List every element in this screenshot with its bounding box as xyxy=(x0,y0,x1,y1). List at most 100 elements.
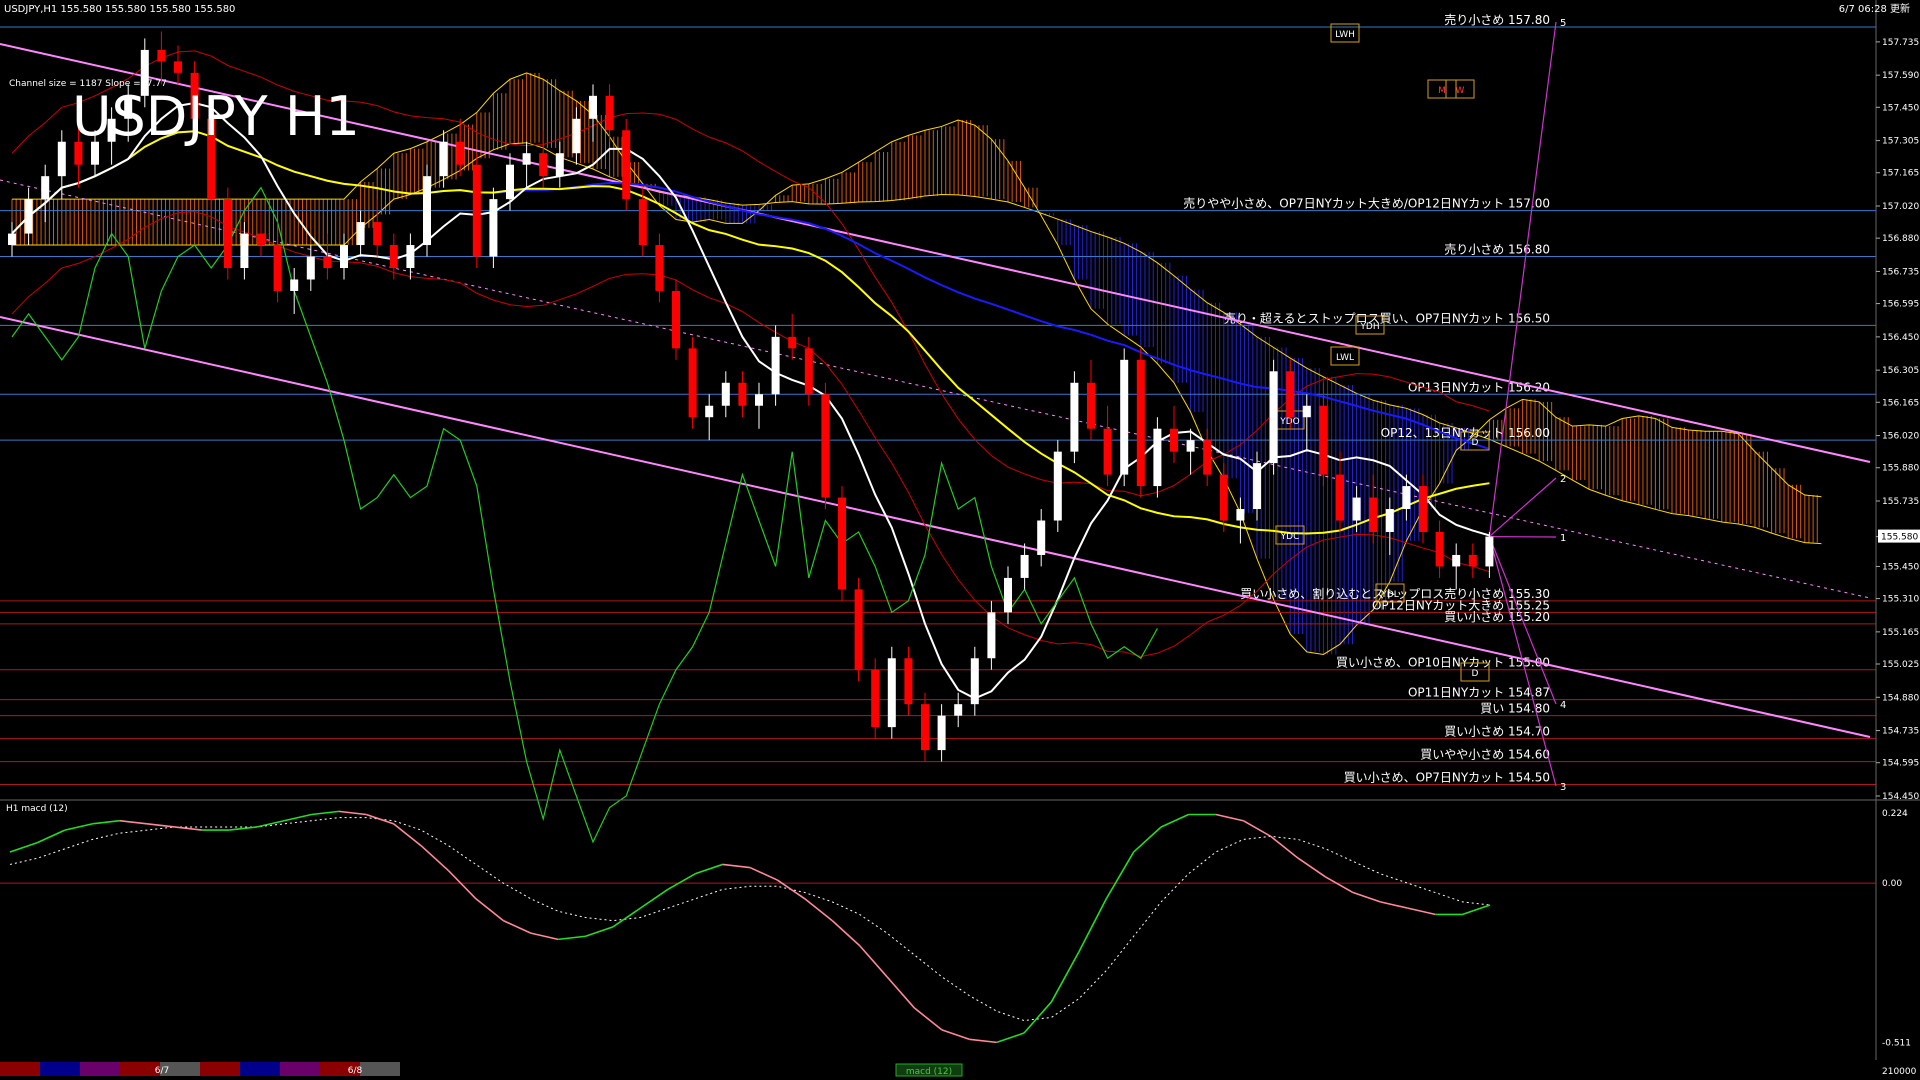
macd-main-segment xyxy=(1380,901,1408,909)
candle-body xyxy=(340,245,348,268)
candle-body xyxy=(1485,536,1494,567)
macd-main-segment xyxy=(1160,813,1189,828)
macd-main-segment xyxy=(447,870,477,900)
axis-tick-label: 154.735 xyxy=(1882,727,1919,737)
candle-body xyxy=(1103,428,1112,475)
candle-body xyxy=(1053,451,1062,521)
candle-body xyxy=(506,164,514,200)
candle-body xyxy=(1452,554,1461,567)
candle-body xyxy=(655,245,664,291)
candle-body xyxy=(1219,474,1228,521)
candle-body xyxy=(672,290,680,349)
candle-body xyxy=(589,95,597,119)
axis-tick-label: 157.450 xyxy=(1882,103,1919,113)
symbol-info: USDJPY,H1 155.580 155.580 155.580 155.58… xyxy=(4,4,235,15)
marker-label: YDH xyxy=(1359,322,1379,332)
macd-main-segment xyxy=(119,819,148,825)
candle-body xyxy=(1385,509,1394,532)
marker-label: D xyxy=(1472,669,1479,679)
marker-label: YDC xyxy=(1280,532,1300,542)
candle-body xyxy=(472,164,481,257)
candle-body xyxy=(423,176,431,246)
projection-label: 3 xyxy=(1560,782,1566,793)
candle-body xyxy=(406,245,415,268)
candle-body xyxy=(1286,371,1295,418)
candle-body xyxy=(755,394,763,406)
footer-bar[interactable]: 6/7 6/8 macd (12) 210000 xyxy=(0,1062,1917,1077)
candle-body xyxy=(1136,359,1145,487)
candle-body xyxy=(705,405,714,418)
level-label: OP13日NYカット 156.20 xyxy=(1408,380,1550,394)
macd-main-segment xyxy=(530,932,559,941)
candle-body xyxy=(57,141,66,177)
axis-tick-label: 154.595 xyxy=(1882,759,1919,769)
price-axis: 157.735 157.590 157.450 157.305 157.165 157.0… xyxy=(1875,0,1920,1060)
macd-main-segment xyxy=(1242,820,1272,838)
ichimoku-cloud xyxy=(11,72,1822,655)
candle-body xyxy=(970,658,979,705)
macd-main-segment xyxy=(311,810,339,816)
level-label: 買いやや小さめ 154.60 xyxy=(1420,748,1550,762)
macd-main-segment xyxy=(1105,851,1135,900)
macd-main-segment xyxy=(749,866,778,881)
candle-body xyxy=(1170,428,1178,452)
candle-body xyxy=(8,233,16,246)
candle-body xyxy=(373,222,382,246)
macd-main-segment xyxy=(1297,857,1327,878)
projection-label: 5 xyxy=(1560,18,1566,29)
candle-body xyxy=(41,176,50,200)
candle-body xyxy=(572,118,581,154)
projection-line xyxy=(1489,477,1557,538)
candle-body xyxy=(821,394,830,498)
axis-tick-label: 156.020 xyxy=(1882,432,1919,442)
candle-body xyxy=(887,658,896,728)
macd-tick-label: 0.224 xyxy=(1882,809,1908,819)
candle-body xyxy=(257,233,265,246)
candle-body xyxy=(771,336,780,395)
candle-body xyxy=(539,153,548,177)
macd-panel: 0.224 0.00 -0.511 xyxy=(0,799,1920,1049)
candle-body xyxy=(1253,463,1261,510)
footer-color-tab xyxy=(200,1062,240,1076)
candle-body xyxy=(1037,520,1046,555)
candle-body xyxy=(356,222,365,246)
date-label: 6/7 xyxy=(155,1066,169,1076)
candle-body xyxy=(306,256,315,280)
candle-body xyxy=(721,382,730,406)
macd-main-segment xyxy=(831,920,861,947)
candle-body xyxy=(223,199,232,268)
candle-body xyxy=(937,715,946,751)
level-label: 売り・超えるとストップロス買い、OP7日NYカット 156.50 xyxy=(1224,310,1550,325)
candle-body xyxy=(638,199,647,246)
current-price-label: 155.580 xyxy=(1881,533,1918,543)
candle-body xyxy=(240,233,249,268)
axis-tick-label: 155.310 xyxy=(1882,595,1919,605)
level-label: 売り小さめ 156.80 xyxy=(1444,242,1550,257)
axis-tick-label: 156.450 xyxy=(1882,333,1919,343)
macd-main-segment xyxy=(886,976,916,1009)
candle-body xyxy=(1070,382,1079,452)
candle-body xyxy=(555,153,564,177)
axis-tick-label: 156.880 xyxy=(1882,234,1919,244)
marker-label: W xyxy=(1456,86,1465,96)
footer-color-tab xyxy=(40,1062,80,1076)
marker-label: YDO xyxy=(1279,417,1300,427)
axis-tick-label: 157.020 xyxy=(1882,202,1919,212)
macd-tick-label: 0.00 xyxy=(1882,879,1902,889)
macd-main-segment xyxy=(804,898,833,922)
candle-body xyxy=(1020,554,1029,578)
candle-body xyxy=(987,612,996,659)
macd-main-segment xyxy=(475,898,504,922)
macd-main-segment xyxy=(9,841,38,853)
axis-tick-label: 155.450 xyxy=(1882,562,1919,572)
candle-body xyxy=(688,348,697,418)
macd-main-segment xyxy=(174,826,202,831)
candle-body xyxy=(489,199,498,257)
marker-label: LWH xyxy=(1335,30,1355,40)
macd-main-segment xyxy=(1215,813,1244,822)
macd-main-segment xyxy=(585,926,614,938)
marker-label: M xyxy=(1438,86,1446,96)
footer-color-tab xyxy=(240,1062,280,1076)
channel-mid-line xyxy=(0,179,1871,599)
candle-body xyxy=(871,669,880,728)
